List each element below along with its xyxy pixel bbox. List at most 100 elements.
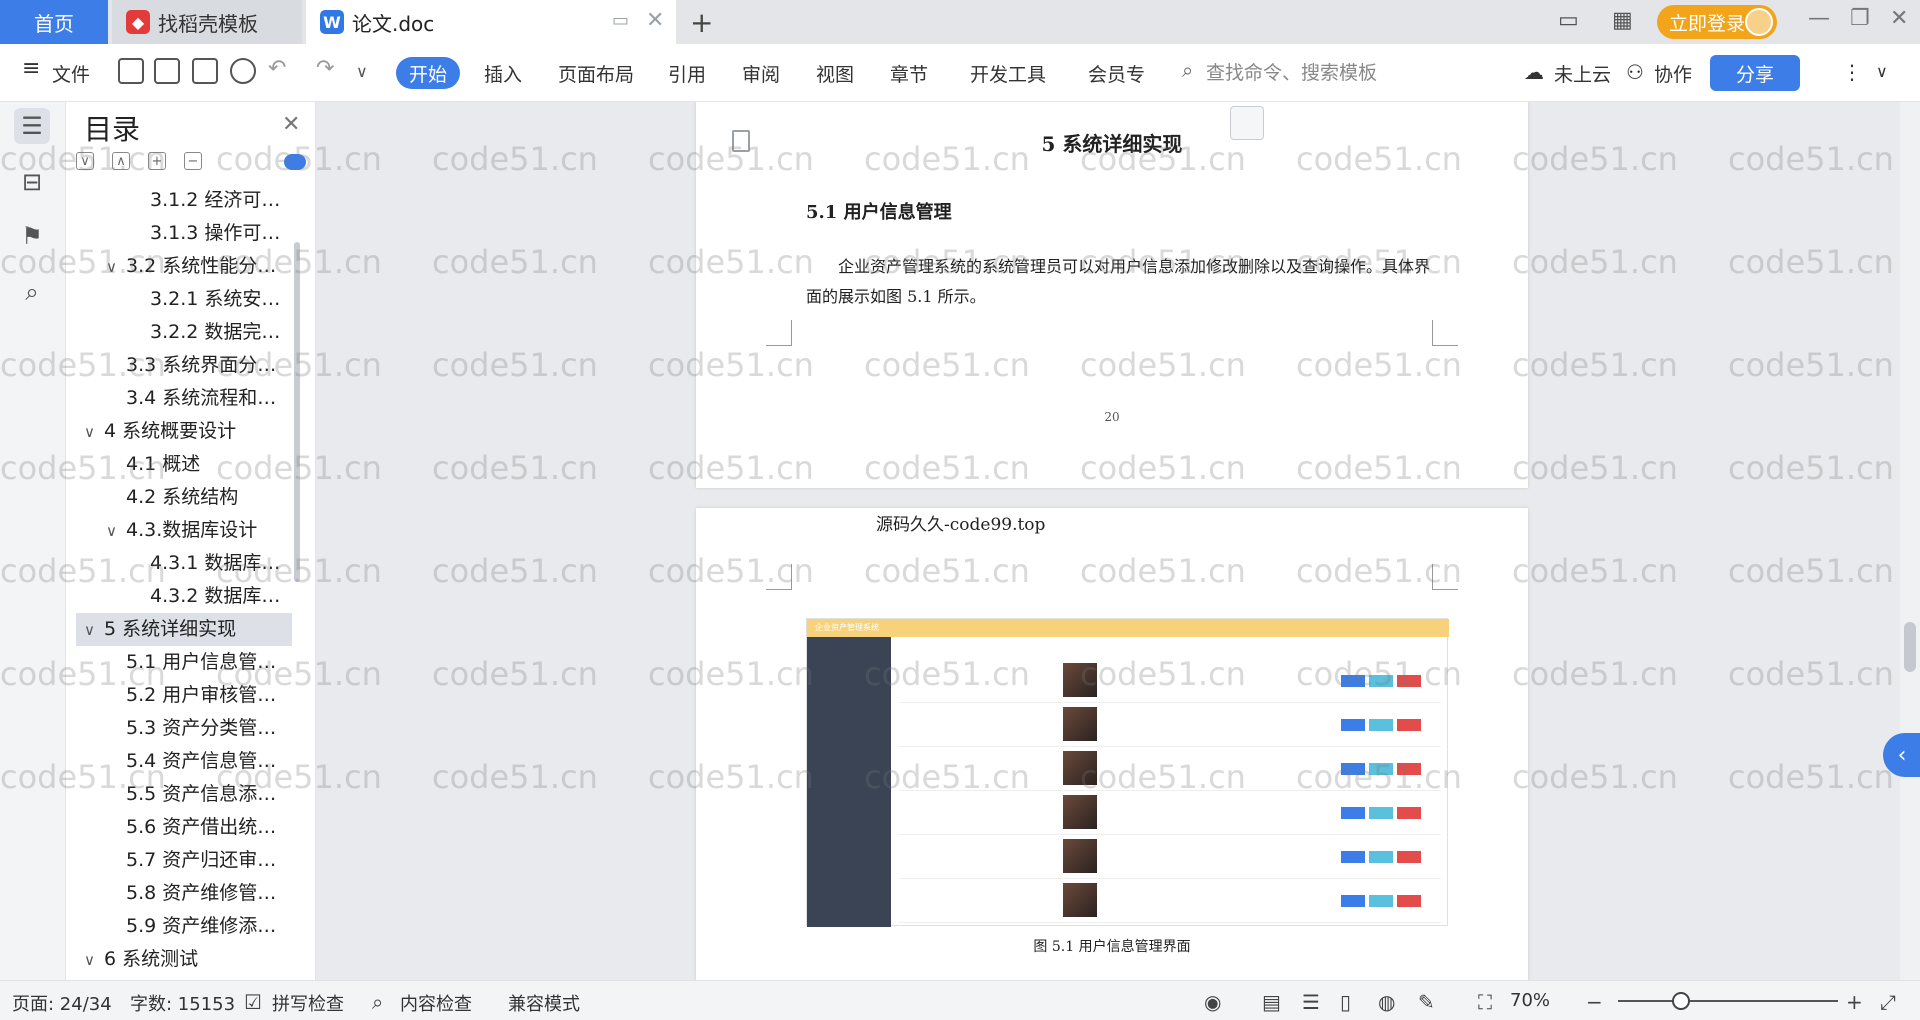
more-options-icon[interactable]: ⋮ xyxy=(1842,60,1862,84)
ribbon-tab-developer[interactable]: 开发工具 xyxy=(970,60,1046,87)
toc-item[interactable]: 4.1 概述 xyxy=(76,448,292,481)
ribbon-tab-member[interactable]: 会员专 xyxy=(1088,60,1145,87)
chevron-down-icon[interactable]: ∨ xyxy=(84,416,104,448)
toc-item[interactable]: 3.1.3 操作可… xyxy=(76,217,292,250)
tab-document[interactable]: W 论文.doc ▭ ✕ xyxy=(306,0,676,44)
add-heading-icon[interactable]: + xyxy=(148,152,166,170)
close-icon[interactable]: ✕ xyxy=(282,112,300,137)
navigation-icon[interactable]: ⊟ xyxy=(14,164,50,200)
toc-scrollbar[interactable] xyxy=(294,242,300,582)
fit-page-icon[interactable]: ⛶ xyxy=(1478,990,1492,1014)
collapse-ribbon-icon[interactable]: ∨ xyxy=(1876,62,1888,81)
restore-icon[interactable]: ❐ xyxy=(1850,6,1870,31)
toc-item[interactable]: ∨ 4 系统概要设计 xyxy=(76,415,292,448)
toc-item[interactable]: ∨ 6 系统测试 xyxy=(76,943,292,976)
zoom-out-icon[interactable]: − xyxy=(1586,990,1603,1014)
zoom-in-icon[interactable]: + xyxy=(1846,990,1863,1014)
toc-item[interactable]: 5.7 资产归还审… xyxy=(76,844,292,877)
toc-item[interactable]: 3.3 系统界面分… xyxy=(76,349,292,382)
word-count[interactable]: 字数: 15153 xyxy=(130,990,235,1016)
chevron-down-icon[interactable]: ∨ xyxy=(106,251,126,283)
apps-grid-icon[interactable]: ▦ xyxy=(1612,8,1633,33)
chevron-down-icon[interactable]: ∨ xyxy=(106,515,126,547)
new-tab-button[interactable]: + xyxy=(690,6,713,39)
ribbon-tab-home[interactable]: 开始 xyxy=(396,57,460,89)
toc-item[interactable]: 4.3.1 数据库… xyxy=(76,547,292,580)
ribbon-tab-page-layout[interactable]: 页面布局 xyxy=(558,60,634,87)
toc-item-label: 4 系统概要设计 xyxy=(104,420,237,442)
zoom-slider[interactable] xyxy=(1618,1000,1838,1002)
toc-item[interactable]: 5.4 资产信息管… xyxy=(76,745,292,778)
toc-item[interactable]: 5.9 资产维修添… xyxy=(76,910,292,943)
filter-icon[interactable] xyxy=(1230,106,1264,140)
cloud-status[interactable]: 未上云 xyxy=(1554,60,1611,87)
command-search-input[interactable]: 查找命令、搜索模板 xyxy=(1206,58,1377,85)
zoom-level[interactable]: 70% xyxy=(1510,990,1550,1011)
toc-item[interactable]: 5.5 资产信息添… xyxy=(76,778,292,811)
file-menu[interactable]: 文件 xyxy=(52,60,90,87)
print-icon[interactable] xyxy=(192,58,218,84)
eye-protect-icon[interactable]: ◉ xyxy=(1204,990,1221,1014)
export-icon[interactable] xyxy=(154,58,180,84)
toc-item[interactable]: 3.4 系统流程和… xyxy=(76,382,292,415)
ribbon-tab-review[interactable]: 审阅 xyxy=(742,60,780,87)
layout-icon[interactable]: ▭ xyxy=(1558,8,1579,33)
toc-item[interactable]: 4.2 系统结构 xyxy=(76,481,292,514)
content-check-button[interactable]: 内容检查 xyxy=(400,990,472,1016)
page-view-icon[interactable]: ▤ xyxy=(1262,990,1281,1014)
ribbon-tab-references[interactable]: 引用 xyxy=(668,60,706,87)
tab-docer-templates[interactable]: ◆ 找稻壳模板 xyxy=(112,0,302,44)
expand-all-icon[interactable]: ∨ xyxy=(76,152,94,170)
hamburger-menu-icon[interactable]: ≡ xyxy=(22,56,40,81)
outline-view-icon[interactable]: ☰ xyxy=(1302,990,1320,1014)
remove-heading-icon[interactable]: − xyxy=(184,152,202,170)
close-window-icon[interactable]: ✕ xyxy=(1890,6,1908,31)
toc-item[interactable]: 5.6 资产借出统… xyxy=(76,811,292,844)
page-indicator[interactable]: 页面: 24/34 xyxy=(12,990,112,1016)
write-mode-icon[interactable]: ✎ xyxy=(1418,990,1435,1014)
toc-item[interactable]: 4.3.2 数据库… xyxy=(76,580,292,613)
vertical-scrollbar[interactable] xyxy=(1900,102,1920,980)
tab-bar: 首页 ◆ 找稻壳模板 W 论文.doc ▭ ✕ + ▭ ▦ 立即登录 — ❐ ✕ xyxy=(0,0,1920,44)
spell-check-button[interactable]: 拼写检查 xyxy=(272,990,344,1016)
toc-item[interactable]: 5.8 资产维修管… xyxy=(76,877,292,910)
toc-item[interactable]: 3.2.2 数据完… xyxy=(76,316,292,349)
redo-icon[interactable]: ↷ xyxy=(316,56,334,81)
toc-item[interactable]: 5.1 用户信息管… xyxy=(76,646,292,679)
toc-item-label: 3.2.2 数据完… xyxy=(150,321,281,343)
float-window-icon[interactable]: ▭ xyxy=(612,10,629,31)
ai-toc-icon[interactable] xyxy=(284,154,306,170)
bookmark-icon[interactable]: ⚑ xyxy=(14,218,50,254)
collaborate-button[interactable]: 协作 xyxy=(1654,60,1692,87)
close-tab-icon[interactable]: ✕ xyxy=(646,8,664,33)
save-icon[interactable] xyxy=(118,58,144,84)
tab-home[interactable]: 首页 xyxy=(0,0,108,44)
login-button[interactable]: 立即登录 xyxy=(1657,5,1777,39)
collapse-all-icon[interactable]: ∧ xyxy=(112,152,130,170)
toc-item[interactable]: ∨ 4.3.数据库设计 xyxy=(76,514,292,547)
scrollbar-thumb[interactable] xyxy=(1904,622,1916,672)
undo-icon[interactable]: ↶ xyxy=(268,56,286,81)
ribbon-tab-insert[interactable]: 插入 xyxy=(484,60,522,87)
web-view-icon[interactable]: ◍ xyxy=(1378,990,1395,1014)
toc-item[interactable]: ∨ 5 系统详细实现 xyxy=(76,613,292,646)
toc-item[interactable]: 3.1.2 经济可… xyxy=(76,184,292,217)
ribbon-tab-chapter[interactable]: 章节 xyxy=(890,60,928,87)
toc-item[interactable]: ∨ 3.2 系统性能分… xyxy=(76,250,292,283)
find-icon[interactable]: ⌕ xyxy=(14,274,50,310)
print-preview-icon[interactable] xyxy=(230,58,256,84)
zoom-slider-thumb[interactable] xyxy=(1672,992,1690,1010)
toc-item[interactable]: 3.2.1 系统安… xyxy=(76,283,292,316)
minimize-icon[interactable]: — xyxy=(1808,6,1830,31)
toc-panel-icon[interactable]: ☰ xyxy=(14,108,50,144)
toc-item[interactable]: 5.3 资产分类管… xyxy=(76,712,292,745)
fullscreen-icon[interactable]: ⤢ xyxy=(1880,990,1896,1014)
side-panel-toggle-icon[interactable]: ‹ xyxy=(1883,733,1920,777)
chevron-down-icon[interactable]: ∨ xyxy=(84,614,104,646)
ribbon-tab-view[interactable]: 视图 xyxy=(816,60,854,87)
quick-access-dropdown-icon[interactable]: ∨ xyxy=(356,62,368,81)
reading-view-icon[interactable]: ▯ xyxy=(1340,990,1351,1014)
chevron-down-icon[interactable]: ∨ xyxy=(84,944,104,976)
toc-item[interactable]: 5.2 用户审核管… xyxy=(76,679,292,712)
share-button[interactable]: 分享 xyxy=(1710,55,1800,91)
